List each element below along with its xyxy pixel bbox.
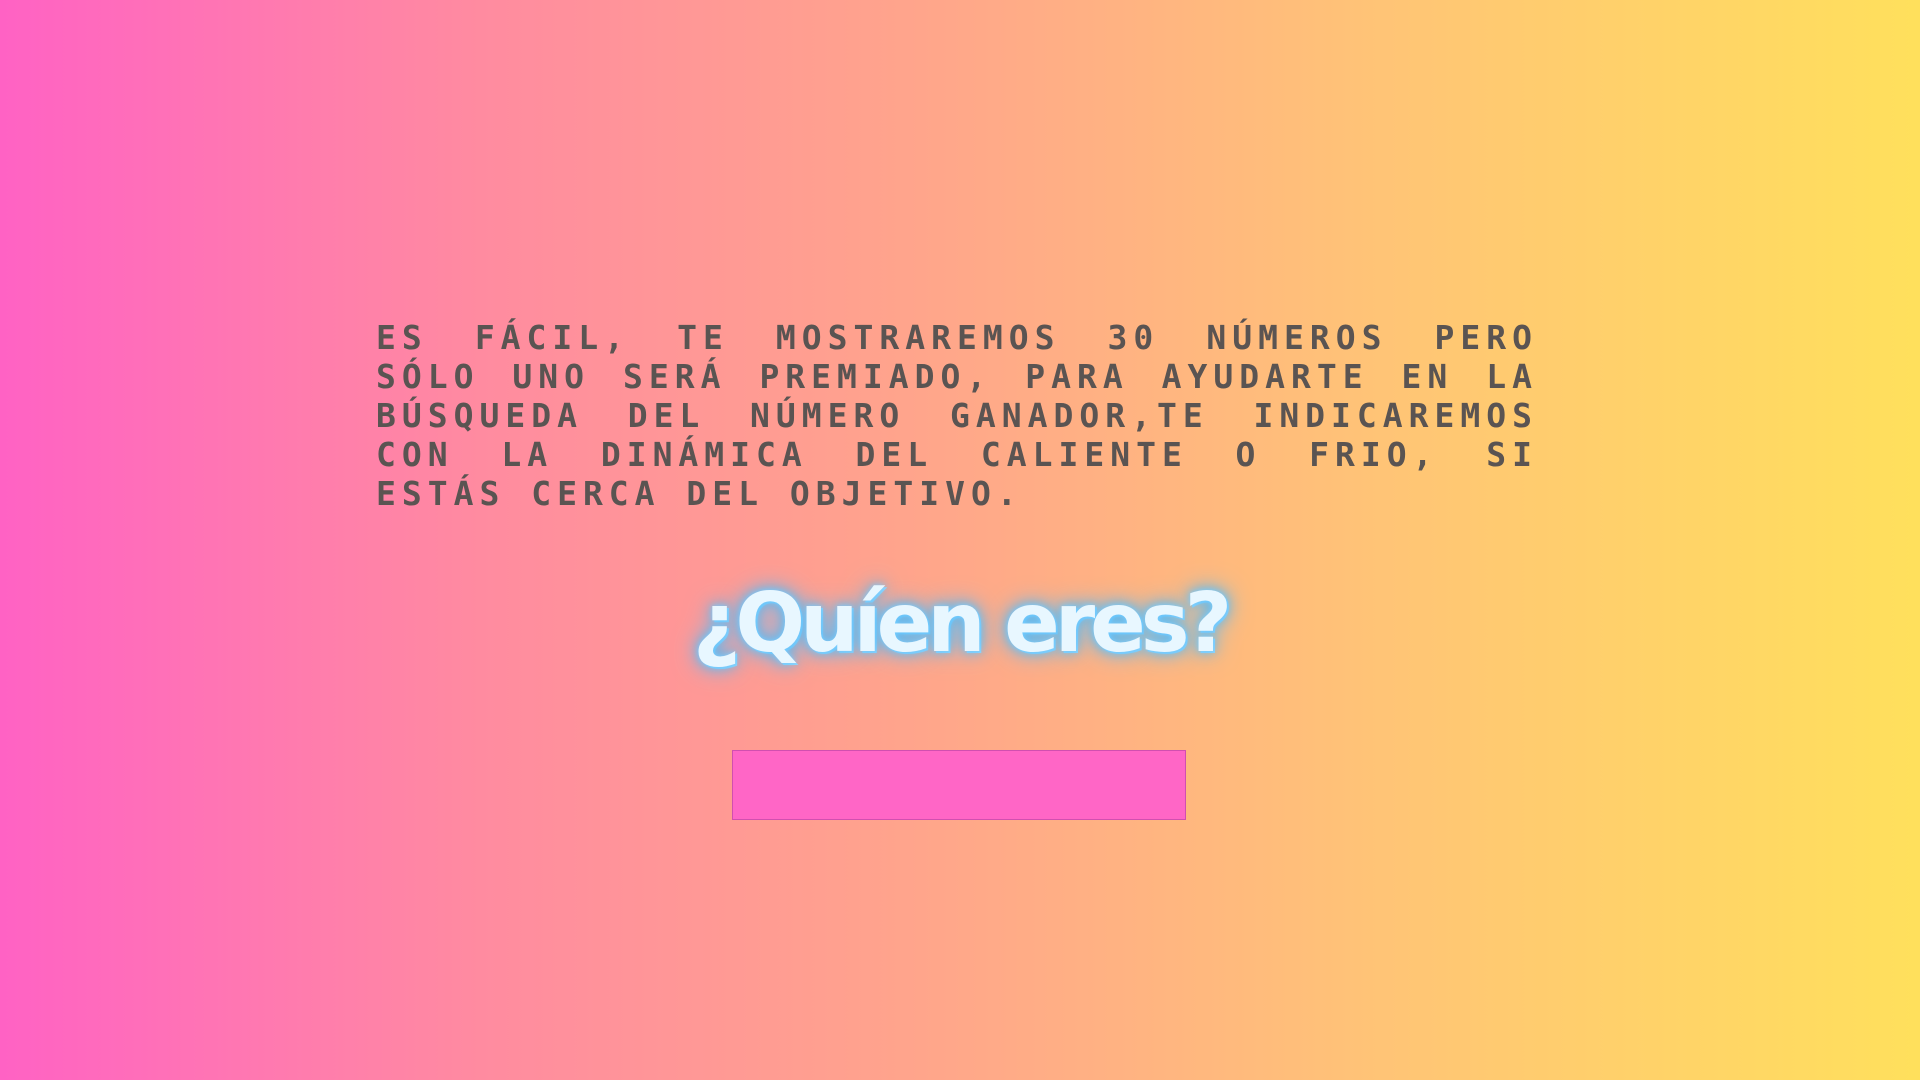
game-start-screen: Es fácil, te mostraremos 30 números pero…: [0, 0, 1920, 1080]
who-are-you-heading: ¿Quíen eres?: [692, 576, 1232, 671]
instructions-text: Es fácil, te mostraremos 30 números pero…: [376, 318, 1538, 513]
player-name-input[interactable]: [732, 750, 1186, 820]
